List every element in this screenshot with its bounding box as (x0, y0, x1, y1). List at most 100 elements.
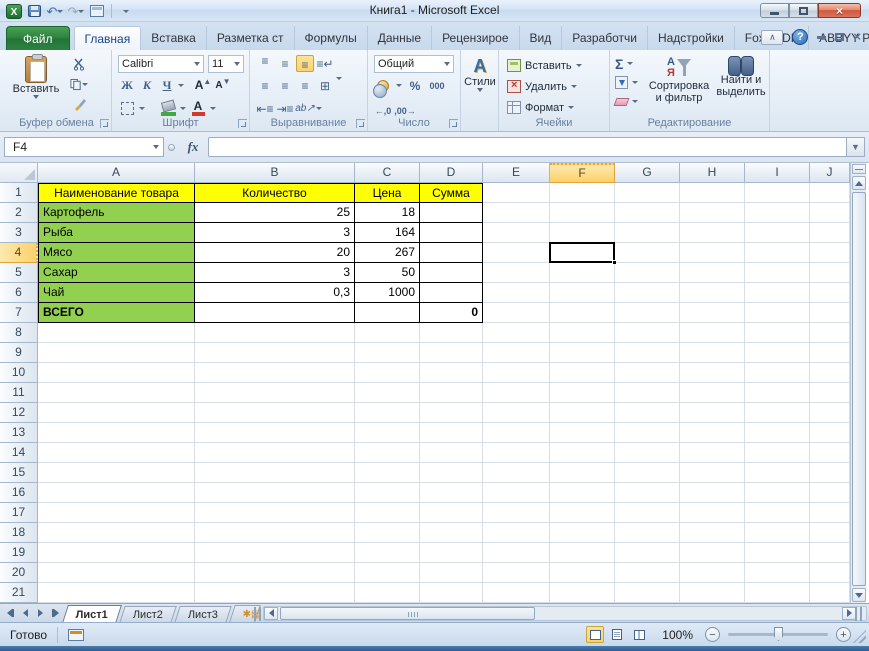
row-header-21[interactable]: 21 (0, 583, 38, 603)
page-layout-view-button[interactable] (608, 626, 626, 643)
cell-D4[interactable] (420, 243, 483, 263)
cell-C3[interactable]: 164 (355, 223, 420, 243)
vertical-split-handle[interactable] (852, 164, 866, 174)
prev-sheet-button[interactable] (18, 606, 32, 620)
cell-C2[interactable]: 18 (355, 203, 420, 223)
align-middle-button[interactable]: ≡ (276, 55, 294, 72)
vertical-scroll-thumb[interactable] (852, 192, 866, 586)
align-left-button[interactable]: ≡ (256, 77, 274, 94)
help-button[interactable]: ? (792, 29, 809, 45)
select-all-corner[interactable] (0, 163, 38, 183)
column-header-D[interactable]: D (420, 163, 483, 183)
hscroll-split-handle[interactable] (855, 606, 862, 621)
font-dialog-launcher[interactable] (238, 119, 247, 128)
scroll-right-button[interactable] (842, 606, 856, 620)
cell-D1[interactable]: Сумма (420, 183, 483, 203)
align-center-button[interactable]: ≡ (276, 77, 294, 94)
cell-A6[interactable]: Чай (38, 283, 195, 303)
cell-B2[interactable]: 25 (195, 203, 355, 223)
sheet-tab-лист1[interactable]: Лист1 (62, 604, 123, 623)
column-header-B[interactable]: B (195, 163, 355, 183)
row-header-12[interactable]: 12 (0, 403, 38, 423)
percent-button[interactable]: % (406, 77, 424, 94)
row-header-13[interactable]: 13 (0, 423, 38, 443)
orientation-button[interactable]: ab↗ (295, 100, 315, 117)
macro-record-icon[interactable] (68, 628, 85, 641)
cell-A1[interactable]: Наименование товара (38, 183, 195, 203)
workbook-close-icon[interactable]: × (853, 30, 861, 43)
number-dialog-launcher[interactable] (449, 119, 458, 128)
fill-handle[interactable] (612, 260, 617, 265)
paste-button[interactable]: Вставить (10, 54, 62, 99)
tab-split-handle[interactable] (254, 606, 262, 621)
cell-D7[interactable]: 0 (420, 303, 483, 323)
restore-button[interactable] (789, 3, 818, 18)
tab-главная[interactable]: Главная (73, 26, 142, 50)
cell-A3[interactable]: Рыба (38, 223, 195, 243)
tab-данные[interactable]: Данные (368, 26, 433, 50)
fill-button[interactable] (615, 75, 638, 90)
column-header-A[interactable]: A (38, 163, 195, 183)
workbook-restore-icon[interactable] (835, 33, 845, 41)
italic-button[interactable]: К (138, 77, 156, 94)
tab-вставка[interactable]: Вставка (141, 26, 207, 50)
wrap-text-button[interactable]: ≡↵ (316, 55, 334, 72)
sheet-tab-лист2[interactable]: Лист2 (119, 605, 177, 623)
row-header-16[interactable]: 16 (0, 483, 38, 503)
row-header-1[interactable]: 1 (0, 183, 38, 203)
tab-формулы[interactable]: Формулы (295, 26, 368, 50)
decrease-indent-button[interactable]: ⇤≡ (256, 100, 274, 117)
cell-D3[interactable] (420, 223, 483, 243)
font-size-combo[interactable]: 11 (208, 55, 244, 73)
zoom-slider-thumb[interactable] (774, 627, 783, 641)
accounting-format-button[interactable] (373, 77, 392, 98)
shrink-font-button[interactable]: А ▼ (214, 77, 232, 94)
column-header-H[interactable]: H (680, 163, 745, 183)
row-header-6[interactable]: 6 (0, 283, 38, 303)
sheet-tab-лист3[interactable]: Лист3 (174, 605, 232, 623)
column-header-E[interactable]: E (483, 163, 550, 183)
clear-button[interactable] (613, 94, 638, 109)
row-header-3[interactable]: 3 (0, 223, 38, 243)
format-cells-button[interactable]: Формат (507, 98, 582, 117)
increase-indent-button[interactable]: ⇥≡ (276, 100, 294, 117)
cell-B3[interactable]: 3 (195, 223, 355, 243)
formula-input[interactable] (208, 137, 847, 157)
row-header-17[interactable]: 17 (0, 503, 38, 523)
workbook-minimize-icon[interactable] (817, 35, 827, 39)
first-sheet-button[interactable] (3, 606, 17, 620)
row-header-14[interactable]: 14 (0, 443, 38, 463)
cell-A4[interactable]: Мясо (38, 243, 195, 263)
close-button[interactable]: × (818, 3, 861, 18)
scroll-down-button[interactable] (852, 588, 866, 602)
cell-B4[interactable]: 20 (195, 243, 355, 263)
copy-button[interactable] (70, 76, 88, 93)
format-painter-button[interactable] (70, 96, 88, 113)
last-sheet-button[interactable] (48, 606, 62, 620)
insert-cells-button[interactable]: Вставить (507, 56, 582, 75)
zoom-out-button[interactable]: − (705, 627, 720, 642)
font-name-combo[interactable]: Calibri (118, 55, 204, 73)
column-header-I[interactable]: I (745, 163, 810, 183)
tab-надстройки[interactable]: Надстройки (648, 26, 735, 50)
column-header-C[interactable]: C (355, 163, 420, 183)
find-select-button[interactable]: Найти и выделить (714, 56, 768, 98)
cell-B1[interactable]: Количество (195, 183, 355, 203)
align-top-button[interactable]: ≡ (256, 55, 274, 72)
minimize-button[interactable] (760, 3, 789, 18)
row-header-19[interactable]: 19 (0, 543, 38, 563)
delete-cells-button[interactable]: Удалить (507, 77, 582, 96)
cell-C5[interactable]: 50 (355, 263, 420, 283)
font-color-button[interactable]: А (189, 100, 207, 117)
underline-button[interactable]: Ч (158, 77, 176, 94)
scroll-up-button[interactable] (852, 176, 866, 190)
column-header-F[interactable]: F (550, 163, 615, 183)
cut-button[interactable] (70, 56, 88, 73)
cell-C4[interactable]: 267 (355, 243, 420, 263)
cell-A7[interactable]: ВСЕГО (38, 303, 195, 323)
next-sheet-button[interactable] (33, 606, 47, 620)
page-break-view-button[interactable] (630, 626, 648, 643)
cell-A5[interactable]: Сахар (38, 263, 195, 283)
row-header-2[interactable]: 2 (0, 203, 38, 223)
scroll-left-button[interactable] (264, 606, 279, 620)
